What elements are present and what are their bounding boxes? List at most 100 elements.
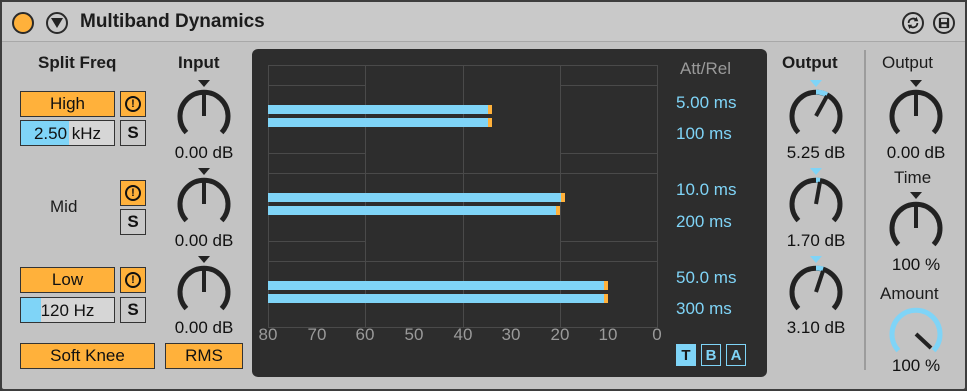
knob-graphic [789, 256, 843, 311]
swap-arrows-icon [907, 16, 919, 30]
mode-a-button[interactable]: A [726, 344, 746, 366]
peak-cap [487, 105, 492, 114]
grid-line [268, 261, 658, 262]
scale-tick: 20 [550, 325, 570, 344]
low-band-button[interactable]: Low [20, 267, 115, 293]
output-mid-value: 1.70 dB [786, 231, 846, 250]
att-rel-heading: Att/Rel [680, 59, 732, 78]
knob-graphic [177, 168, 231, 223]
low-attack-value[interactable]: 50.0 ms [676, 268, 736, 288]
input-heading: Input [178, 53, 220, 72]
meter-display: 80 70 60 50 40 30 20 10 0 Att/Rel 5.00 m… [252, 49, 767, 377]
high-band-button[interactable]: High [20, 91, 115, 117]
low-freq-value: 120 Hz [40, 301, 95, 320]
output-mid-knob[interactable] [788, 168, 844, 232]
input-mid-value: 0.00 dB [174, 231, 234, 250]
mid-band-activator[interactable]: ! [120, 180, 146, 206]
peak-cap [560, 193, 565, 202]
time-knob[interactable] [888, 192, 944, 256]
hot-swap-button[interactable] [902, 12, 924, 34]
device-power-button[interactable] [12, 12, 34, 34]
scale-tick: 10 [598, 325, 618, 344]
knob-graphic [177, 80, 231, 135]
power-icon: ! [125, 272, 141, 288]
scale-tick: 80 [258, 325, 278, 344]
output-low-knob[interactable] [788, 256, 844, 320]
high-band-meter-bottom [268, 118, 492, 127]
output-low-value: 3.10 dB [786, 318, 846, 337]
grid-line [268, 173, 658, 174]
global-output-heading: Output [882, 53, 934, 72]
grid-line [268, 153, 365, 154]
low-band-meter-top [268, 281, 609, 290]
knob-graphic [789, 168, 843, 223]
section-divider [864, 50, 866, 370]
scale-tick: 70 [307, 325, 327, 344]
floppy-disk-icon [938, 17, 950, 29]
input-high-knob[interactable] [176, 80, 232, 144]
high-freq-value: 2.50 kHz [33, 124, 102, 143]
amount-knob[interactable] [888, 306, 944, 362]
peak-cap [604, 281, 609, 290]
soft-knee-button[interactable]: Soft Knee [20, 343, 155, 369]
low-band-activator[interactable]: ! [120, 267, 146, 293]
mid-attack-value[interactable]: 10.0 ms [676, 180, 736, 200]
split-freq-heading: Split Freq [38, 53, 117, 72]
global-output-knob[interactable] [888, 80, 944, 144]
amount-heading: Amount [880, 284, 939, 303]
save-preset-button[interactable] [933, 12, 955, 34]
scale-tick: 0 [652, 325, 662, 344]
mode-b-button[interactable]: B [701, 344, 721, 366]
gain-reduction-meter: 80 70 60 50 40 30 20 10 0 [259, 65, 662, 347]
peak-cap [555, 206, 560, 215]
high-freq-slider[interactable]: 2.50 kHz [20, 120, 115, 146]
rms-button[interactable]: RMS [165, 343, 243, 369]
low-release-value[interactable]: 300 ms [676, 299, 732, 319]
mid-band-meter-top [268, 193, 565, 202]
grid-line [560, 85, 658, 86]
mode-t-button[interactable]: T [676, 344, 696, 366]
scale-tick: 50 [404, 325, 424, 344]
grid-line [560, 241, 658, 242]
device-panel: Multiband Dynamics Split Freq High ! 2.5… [0, 0, 967, 391]
knob-graphic [889, 192, 943, 247]
mid-solo-button[interactable]: S [120, 209, 146, 235]
input-high-value: 0.00 dB [174, 143, 234, 162]
low-solo-button[interactable]: S [120, 297, 146, 323]
grid-line [268, 65, 658, 66]
knob-graphic [789, 80, 843, 135]
input-low-knob[interactable] [176, 256, 232, 320]
knob-graphic [889, 80, 943, 135]
knob-graphic [177, 256, 231, 311]
power-icon: ! [125, 185, 141, 201]
knob-graphic [889, 307, 943, 353]
high-band-meter-top [268, 105, 492, 114]
low-band-meter-bottom [268, 294, 609, 303]
grid-line [268, 85, 365, 86]
high-band-activator[interactable]: ! [120, 91, 146, 117]
input-mid-knob[interactable] [176, 168, 232, 232]
high-attack-value[interactable]: 5.00 ms [676, 93, 736, 113]
scale-tick: 60 [355, 325, 375, 344]
power-icon: ! [125, 96, 141, 112]
mid-band-label: Mid [50, 197, 78, 216]
low-freq-slider[interactable]: 120 Hz [20, 297, 115, 323]
grid-line [268, 241, 365, 242]
output-high-value: 5.25 dB [786, 143, 846, 162]
triangle-down-icon [51, 18, 63, 28]
global-output-value: 0.00 dB [886, 143, 946, 162]
amount-value: 100 % [891, 356, 941, 375]
peak-cap [604, 294, 609, 303]
scale-tick: 30 [501, 325, 521, 344]
mid-band-meter-bottom [268, 206, 560, 215]
scale-tick: 40 [453, 325, 473, 344]
grid-line [657, 65, 658, 327]
grid-line [560, 153, 658, 154]
device-title: Multiband Dynamics [80, 11, 265, 32]
output-high-knob[interactable] [788, 80, 844, 144]
high-release-value[interactable]: 100 ms [676, 124, 732, 144]
mid-release-value[interactable]: 200 ms [676, 212, 732, 232]
fold-button[interactable] [46, 12, 68, 34]
high-solo-button[interactable]: S [120, 120, 146, 146]
input-low-value: 0.00 dB [174, 318, 234, 337]
